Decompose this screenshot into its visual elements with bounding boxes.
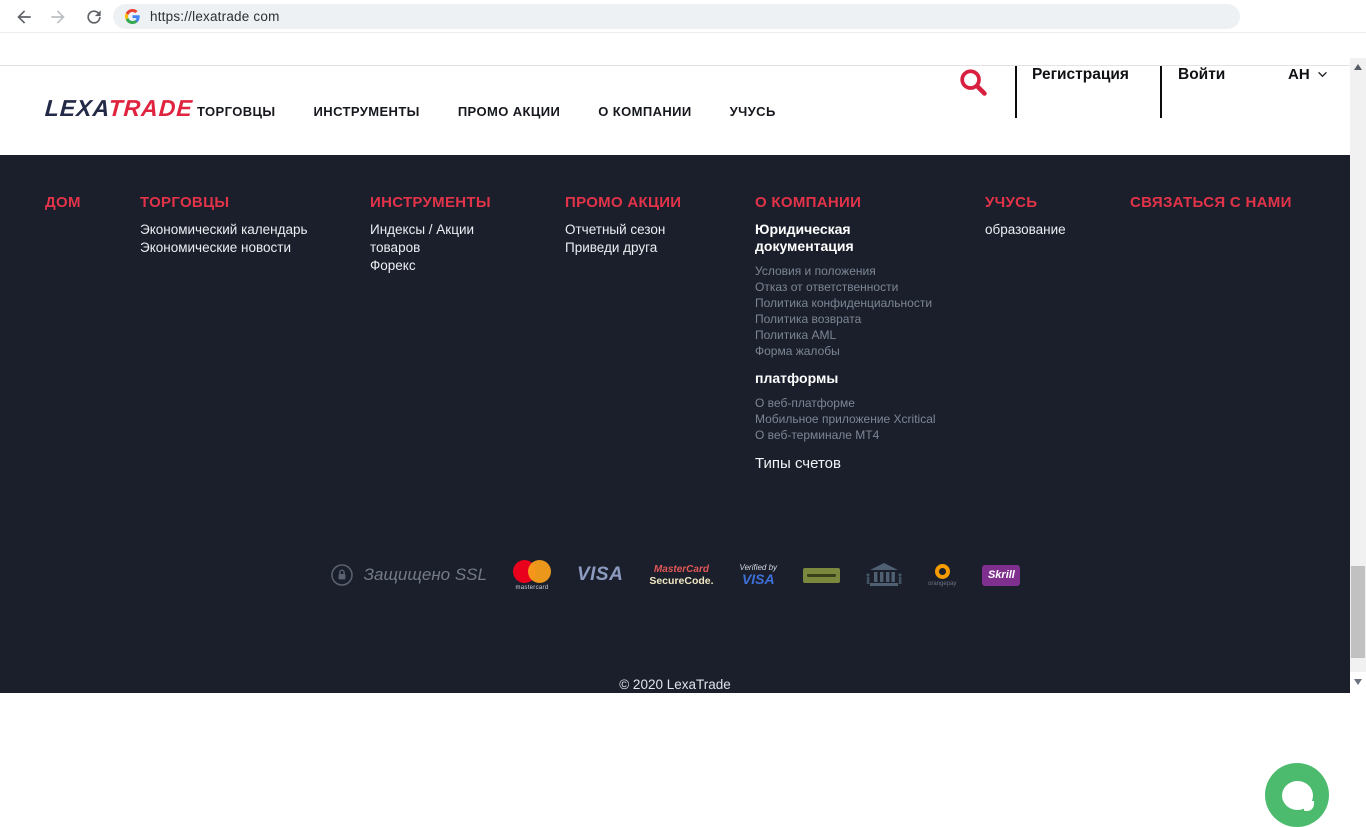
nav-item-0[interactable]: ТОРГОВЦЫ — [197, 104, 276, 119]
scrollbar[interactable] — [1350, 58, 1366, 672]
footer-column: ИНСТРУМЕНТЫ Индексы / Акции товаров Форекс — [370, 194, 585, 275]
footer-column-title[interactable]: ПРОМО АКЦИИ — [565, 194, 780, 211]
register-button[interactable]: Регистрация — [1032, 66, 1129, 84]
chevron-down-icon — [1317, 71, 1327, 78]
orangepay-ring-icon — [934, 563, 950, 579]
footer-link[interactable]: Политика возврата — [755, 311, 970, 327]
securecode-line1: MasterCard — [653, 563, 709, 575]
footer-link[interactable]: О веб-платформе — [755, 395, 970, 411]
footer-link[interactable]: товаров — [370, 239, 585, 257]
header-divider — [1015, 66, 1017, 118]
nav-item-2[interactable]: ПРОМО АКЦИИ — [458, 104, 560, 119]
footer-column: О КОМПАНИИ Юридическая документация Услови… — [755, 194, 970, 472]
footer-column: ПРОМО АКЦИИ Отчетный сезон Приведи друга — [565, 194, 780, 257]
google-icon — [125, 9, 140, 24]
footer-link[interactable]: Экономический календарь — [140, 221, 355, 239]
footer-subheading: платформы — [755, 370, 839, 386]
header-divider — [1160, 66, 1162, 118]
footer-link[interactable]: Мобильное приложение Xcritical — [755, 411, 970, 427]
orangepay-logo: orangepay — [928, 563, 957, 587]
payment-methods-row: Защищено SSL mastercard VISA MasterCard … — [0, 553, 1350, 597]
url-text: https://lexatrade com — [150, 9, 280, 24]
site-footer: ДОМ ТОРГОВЦЫ Экономический календарь Эконом… — [0, 155, 1350, 827]
verified-by-visa-logo: Verified by VISA — [740, 563, 778, 587]
mastercard-circles-icon — [512, 559, 551, 583]
footer-link[interactable]: Отчетный сезон — [565, 221, 780, 239]
skrill-logo: Skrill — [982, 564, 1021, 586]
mastercard-securecode-logo: MasterCard SecureCode. — [649, 564, 713, 587]
main-nav: ТОРГОВЦЫ ИНСТРУМЕНТЫ ПРОМО АКЦИИ О КОМПАНИИ… — [197, 66, 776, 156]
logo-part-lexa: LEXA — [44, 95, 110, 121]
verified-line2: VISA — [741, 571, 775, 587]
skrill-badge-icon: Skrill — [982, 564, 1021, 586]
footer-link[interactable]: Политика конфиденциальности — [755, 295, 970, 311]
footer-link[interactable]: Экономические новости — [140, 239, 355, 257]
green-payment-badge — [803, 567, 841, 583]
lock-icon — [330, 564, 353, 586]
footer-link[interactable]: Типы счетов — [755, 455, 970, 472]
footer-link[interactable]: Условия и положения — [755, 263, 970, 279]
browser-toolbar: https://lexatrade com — [0, 0, 1366, 33]
orangepay-label: orangepay — [928, 580, 957, 587]
copyright-text: © 2020 LexaTrade — [619, 677, 731, 692]
login-button[interactable]: Войти — [1178, 66, 1225, 84]
scroll-down-arrow[interactable] — [1354, 679, 1362, 685]
green-badge-icon — [803, 567, 841, 583]
nav-item-1[interactable]: ИНСТРУМЕНТЫ — [314, 104, 420, 119]
address-bar[interactable]: https://lexatrade com — [113, 4, 1240, 29]
chat-button[interactable] — [1265, 763, 1329, 827]
footer-column: СВЯЗАТЬСЯ С НАМИ — [1130, 194, 1360, 221]
mastercard-logo: mastercard — [512, 559, 551, 591]
footer-link[interactable]: Политика AML — [755, 327, 970, 343]
footer-column-title[interactable]: ТОРГОВЦЫ — [140, 194, 355, 211]
site-header: LEXATRADE ТОРГОВЦЫ ИНСТРУМЕНТЫ ПРОМО АКЦИИ… — [0, 65, 1350, 155]
mastercard-label: mastercard — [515, 584, 549, 591]
nav-item-3[interactable]: О КОМПАНИИ — [598, 104, 691, 119]
logo-part-trade: TRADE — [107, 95, 194, 121]
nav-item-4[interactable]: УЧУСЬ — [730, 104, 776, 119]
footer-column-title[interactable]: ИНСТРУМЕНТЫ — [370, 194, 585, 211]
chat-bubble-icon — [1281, 780, 1314, 811]
footer-column-title[interactable]: СВЯЗАТЬСЯ С НАМИ — [1130, 194, 1360, 211]
footer-link[interactable]: образование — [985, 221, 1200, 239]
footer-link[interactable]: Отказ от ответственности — [755, 279, 970, 295]
language-selector[interactable]: АН — [1288, 66, 1328, 83]
search-icon[interactable] — [957, 66, 989, 98]
footer-link[interactable]: О веб-терминале МТ4 — [755, 427, 970, 443]
footer-link[interactable]: Форма жалобы — [755, 343, 970, 359]
footer-link[interactable]: Индексы / Акции — [370, 221, 585, 239]
visa-logo: VISA — [576, 564, 624, 585]
skrill-label: Skrill — [987, 569, 1015, 581]
footer-column-title[interactable]: О КОМПАНИИ — [755, 194, 970, 211]
bank-transfer-icon — [866, 562, 902, 588]
securecode-line2: SecureCode. — [649, 574, 714, 587]
footer-link[interactable]: Форекс — [370, 257, 585, 275]
scrollbar-thumb[interactable] — [1351, 566, 1365, 658]
ssl-label: Защищено SSL — [363, 565, 487, 584]
language-label: АН — [1288, 66, 1310, 83]
reload-icon[interactable] — [84, 7, 104, 27]
footer-column: ТОРГОВЦЫ Экономический календарь Экономиче… — [140, 194, 355, 257]
footer-link[interactable]: Приведи друга — [565, 239, 780, 257]
scroll-up-arrow[interactable] — [1354, 64, 1362, 70]
ssl-secured-badge: Защищено SSL — [330, 563, 487, 587]
footer-subheading: Юридическая документация — [755, 221, 854, 254]
lexatrade-logo[interactable]: LEXATRADE — [44, 95, 194, 122]
back-icon[interactable] — [14, 7, 34, 27]
forward-icon[interactable] — [48, 7, 68, 27]
